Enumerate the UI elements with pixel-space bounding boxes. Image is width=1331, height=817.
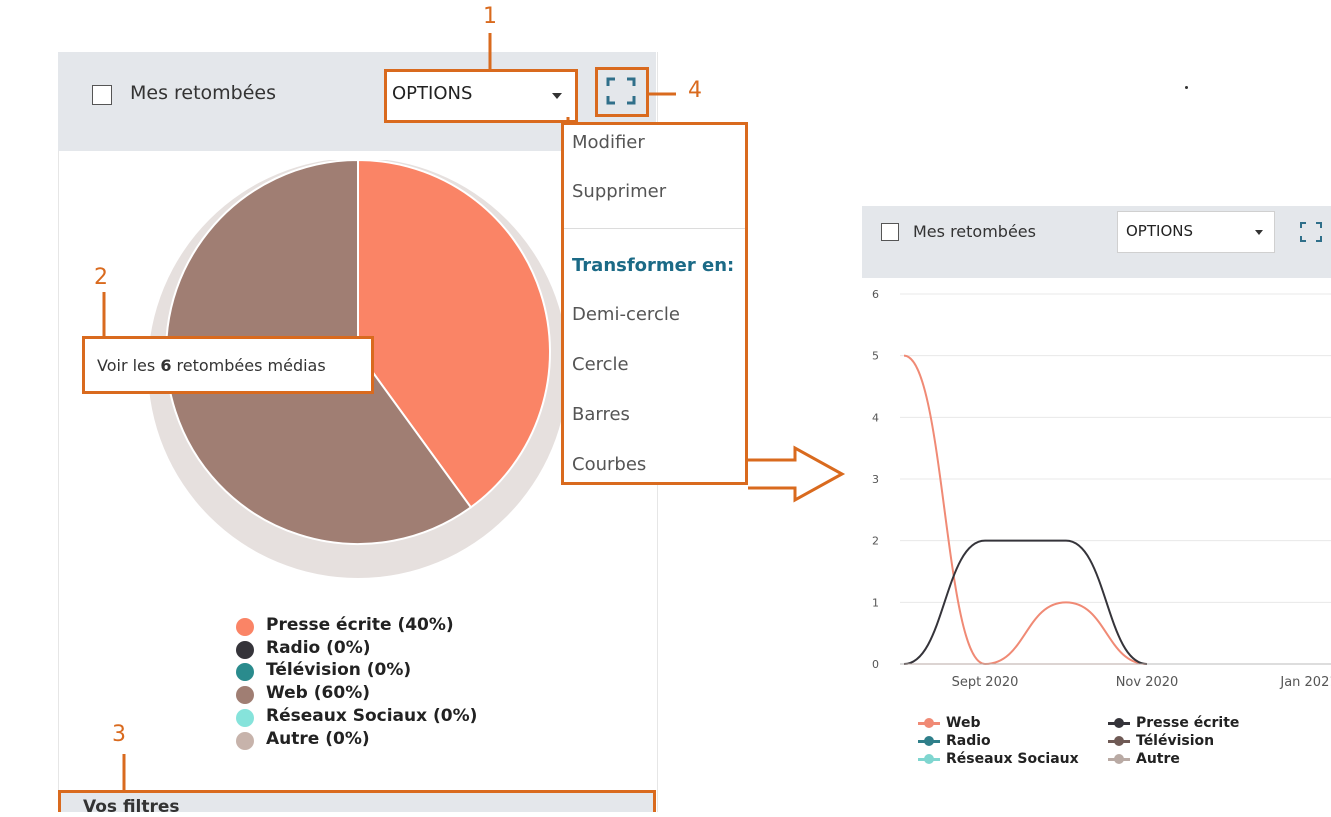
line-legend-label: Autre <box>1136 751 1180 767</box>
legend-marker-icon <box>1108 717 1130 728</box>
series-line-web[interactable] <box>903 354 1148 666</box>
y-tick-label: 2 <box>872 535 879 548</box>
legend-marker-icon <box>1108 753 1130 764</box>
legend-marker-icon <box>918 753 940 764</box>
menu-item-supprimer[interactable]: Supprimer <box>572 181 666 202</box>
menu-item-barres[interactable]: Barres <box>572 404 630 425</box>
line-options-label: OPTIONS <box>1126 222 1193 240</box>
line-legend-item[interactable]: Réseaux Sociaux <box>918 751 1079 767</box>
x-tick-label: Nov 2020 <box>1116 675 1179 690</box>
line-legend-label: Réseaux Sociaux <box>946 751 1079 767</box>
tooltip[interactable]: Voir les 6 retombées médias <box>82 336 374 394</box>
y-tick-label: 4 <box>872 411 879 424</box>
legend-marker-icon <box>1108 735 1130 746</box>
pie-legend-label: Télévision (0%) <box>266 660 412 681</box>
legend-dot-icon <box>236 708 254 727</box>
line-legend-label: Télévision <box>1136 733 1215 749</box>
pie-legend-label: Presse écrite (40%) <box>266 615 454 635</box>
legend-dot-icon <box>236 618 254 636</box>
menu-item-modifier[interactable]: Modifier <box>572 132 645 153</box>
menu-item-cercle[interactable]: Cercle <box>572 354 629 375</box>
line-legend-item[interactable]: Télévision <box>1108 733 1214 749</box>
y-tick-label: 1 <box>872 596 879 609</box>
y-tick-label: 6 <box>872 288 879 301</box>
pie-legend-label: Réseaux Sociaux (0%) <box>266 705 478 726</box>
legend-marker-icon <box>918 717 940 728</box>
line-expand-icon[interactable] <box>1300 222 1322 242</box>
menu-divider <box>564 228 745 229</box>
y-tick-label: 3 <box>872 473 879 486</box>
line-legend-item[interactable]: Web <box>918 715 980 731</box>
callout-3: 3 <box>112 722 126 747</box>
line-legend-item[interactable]: Radio <box>918 733 991 749</box>
options-menu: Modifier Supprimer Transformer en: Demi-… <box>561 122 748 485</box>
line-legend-item[interactable]: Presse écrite <box>1108 715 1239 731</box>
line-options-dropdown[interactable]: OPTIONS <box>1117 211 1275 253</box>
callout-2: 2 <box>94 265 108 290</box>
y-tick-label: 5 <box>872 350 879 363</box>
line-legend-label: Presse écrite <box>1136 715 1240 731</box>
line-widget-checkbox[interactable] <box>881 223 899 241</box>
pie-legend-label: Autre (0%) <box>266 728 370 749</box>
line-chart: 0 1 2 3 4 5 6 Sept 2020 Nov 2020 Jan 2021 <box>872 288 1331 690</box>
pie-legend-label: Radio (0%) <box>266 637 371 658</box>
legend-dot-icon <box>236 686 254 705</box>
legend-dot-icon <box>236 640 254 659</box>
tooltip-prefix: Voir les <box>97 356 161 375</box>
tooltip-count: 6 <box>160 356 172 375</box>
menu-item-demi-cercle[interactable]: Demi-cercle <box>572 304 680 325</box>
menu-header-transform: Transformer en: <box>572 255 735 276</box>
pie-legend-label: Web (60%) <box>266 683 370 704</box>
tooltip-suffix: retombées médias <box>171 356 326 375</box>
callout-4: 4 <box>688 78 702 103</box>
menu-item-courbes[interactable]: Courbes <box>572 454 646 475</box>
x-tick-label: Sept 2020 <box>952 675 1019 690</box>
line-legend-label: Radio <box>946 733 991 749</box>
legend-marker-icon <box>918 735 940 746</box>
line-legend-label: Web <box>946 715 981 731</box>
filters-bar[interactable]: Vos filtres <box>58 790 656 817</box>
callout-1: 1 <box>483 4 497 29</box>
x-tick-label: Jan 2021 <box>1279 675 1331 690</box>
stray-dot <box>1185 86 1188 89</box>
chevron-down-icon <box>1255 230 1263 235</box>
line-legend-item[interactable]: Autre <box>1108 751 1180 767</box>
y-tick-label: 0 <box>872 658 879 671</box>
legend-dot-icon <box>236 731 254 750</box>
filters-label: Vos filtres <box>83 797 180 817</box>
line-widget-title: Mes retombées <box>913 222 1036 241</box>
